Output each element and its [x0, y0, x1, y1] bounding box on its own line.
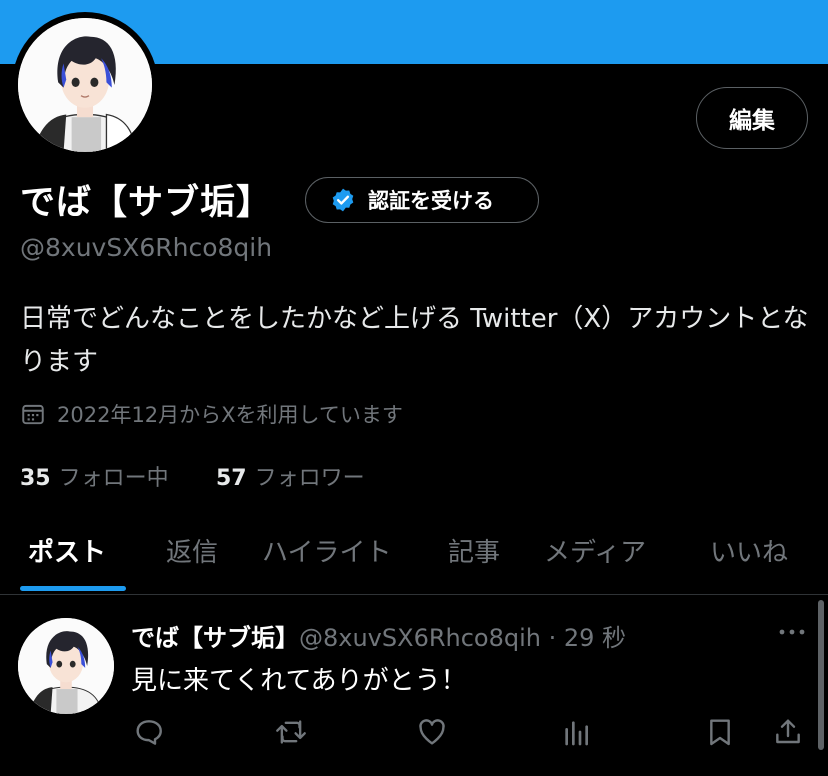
tab-likes[interactable]: いいね	[710, 532, 788, 569]
get-verified-label: 認証を受ける	[368, 189, 494, 213]
tab-replies[interactable]: 返信	[166, 532, 218, 569]
post-header: でば【サブ垢】@8xuvSX6Rhco8qih · 29 秒	[131, 618, 626, 653]
views-icon[interactable]	[560, 716, 592, 748]
post-meta: @8xuvSX6Rhco8qih · 29 秒	[299, 624, 627, 652]
followers-label: フォロワー	[254, 466, 365, 491]
tab-posts[interactable]: ポスト	[28, 532, 106, 569]
reply-icon[interactable]	[133, 716, 165, 748]
post-text: 見に来てくれてありがとう！	[131, 666, 467, 696]
share-icon[interactable]	[772, 716, 804, 748]
followers-count: 57	[216, 466, 247, 491]
bookmark-icon[interactable]	[704, 716, 736, 748]
calendar-icon	[22, 404, 44, 425]
following-count: 35	[20, 466, 51, 491]
following-link[interactable]: 35 フォロー中	[20, 460, 169, 492]
join-date-text: 2022年12月からXを利用しています	[57, 403, 403, 427]
profile-avatar[interactable]	[12, 12, 158, 158]
tab-highlights[interactable]: ハイライト	[262, 532, 391, 569]
profile-handle: @8xuvSX6Rhco8qih	[20, 233, 273, 262]
verified-badge-icon	[332, 188, 354, 212]
scrollbar[interactable]	[818, 600, 824, 750]
post-author-name[interactable]: でば【サブ垢】	[131, 624, 299, 652]
followers-link[interactable]: 57 フォロワー	[216, 460, 365, 492]
join-date: 2022年12月からXを利用しています	[20, 399, 403, 429]
edit-profile-button[interactable]: 編集	[696, 87, 808, 149]
following-label: フォロー中	[58, 466, 169, 491]
profile-bio: 日常でどんなことをしたかなど上げる Twitter（X）アカウントとなります	[20, 304, 809, 377]
repost-icon[interactable]	[274, 716, 308, 748]
tab-divider	[0, 594, 828, 595]
tab-media[interactable]: メディア	[544, 532, 646, 569]
profile-display-name: でば【サブ垢】	[20, 183, 273, 223]
get-verified-button[interactable]: 認証を受ける	[305, 177, 539, 223]
tab-articles[interactable]: 記事	[448, 532, 500, 569]
more-options-icon[interactable]	[777, 622, 807, 642]
like-icon[interactable]	[416, 716, 448, 748]
post-author-avatar[interactable]	[18, 618, 114, 714]
active-tab-indicator	[20, 586, 126, 591]
avatar-image	[18, 18, 152, 152]
